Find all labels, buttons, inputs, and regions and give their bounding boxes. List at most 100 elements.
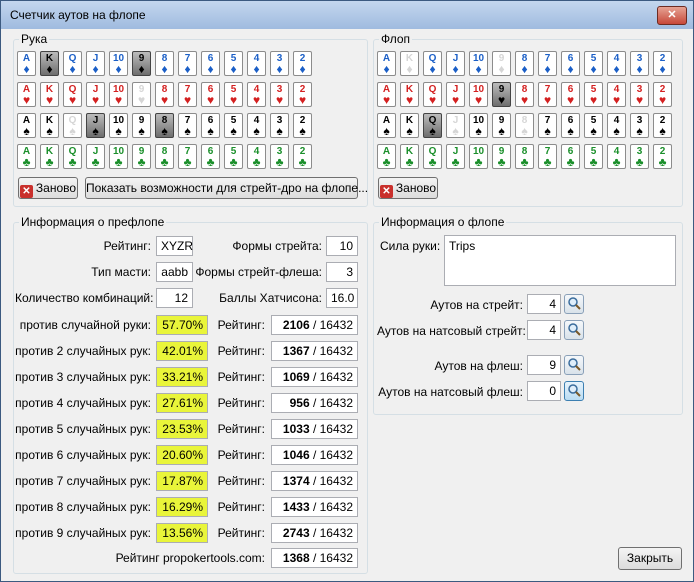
hand-strength-field[interactable]: Trips xyxy=(444,235,676,286)
card-4-diamonds[interactable]: 4 ♦ xyxy=(247,51,266,76)
card-4-hearts[interactable]: 4 ♥ xyxy=(607,82,626,107)
card-6-spades[interactable]: 6 ♠ xyxy=(561,113,580,138)
card-6-diamonds[interactable]: 6 ♦ xyxy=(201,51,220,76)
outs-nut-flush-details-button[interactable] xyxy=(564,381,584,401)
card-10-hearts[interactable]: 10 ♥ xyxy=(109,82,128,107)
close-button[interactable]: Закрыть xyxy=(618,547,682,570)
card-6-spades[interactable]: 6 ♠ xyxy=(201,113,220,138)
card-7-clubs[interactable]: 7 ♣ xyxy=(178,144,197,169)
card-3-clubs[interactable]: 3 ♣ xyxy=(270,144,289,169)
card-J-spades[interactable]: J ♠ xyxy=(86,113,105,138)
card-5-spades[interactable]: 5 ♠ xyxy=(224,113,243,138)
card-J-clubs[interactable]: J ♣ xyxy=(446,144,465,169)
outs-straight-details-button[interactable] xyxy=(564,294,584,314)
card-3-spades[interactable]: 3 ♠ xyxy=(630,113,649,138)
card-9-spades[interactable]: 9 ♠ xyxy=(132,113,151,138)
card-A-hearts[interactable]: A ♥ xyxy=(17,82,36,107)
card-5-spades[interactable]: 5 ♠ xyxy=(584,113,603,138)
card-7-hearts[interactable]: 7 ♥ xyxy=(178,82,197,107)
card-3-diamonds[interactable]: 3 ♦ xyxy=(630,51,649,76)
card-10-clubs[interactable]: 10 ♣ xyxy=(469,144,488,169)
card-7-diamonds[interactable]: 7 ♦ xyxy=(178,51,197,76)
card-5-clubs[interactable]: 5 ♣ xyxy=(584,144,603,169)
card-9-diamonds[interactable]: 9 ♦ xyxy=(132,51,151,76)
card-A-hearts[interactable]: A ♥ xyxy=(377,82,396,107)
card-A-diamonds[interactable]: A ♦ xyxy=(17,51,36,76)
card-8-spades[interactable]: 8 ♠ xyxy=(515,113,534,138)
card-A-clubs[interactable]: A ♣ xyxy=(377,144,396,169)
card-2-spades[interactable]: 2 ♠ xyxy=(653,113,672,138)
card-7-spades[interactable]: 7 ♠ xyxy=(178,113,197,138)
card-3-hearts[interactable]: 3 ♥ xyxy=(630,82,649,107)
card-8-hearts[interactable]: 8 ♥ xyxy=(155,82,174,107)
card-K-clubs[interactable]: K ♣ xyxy=(400,144,419,169)
card-K-clubs[interactable]: K ♣ xyxy=(40,144,59,169)
card-9-hearts[interactable]: 9 ♥ xyxy=(132,82,151,107)
title-bar[interactable]: Счетчик аутов на флопе ✕ xyxy=(1,1,693,29)
flop-reset-button[interactable]: ✕ Заново xyxy=(378,177,438,199)
card-8-clubs[interactable]: 8 ♣ xyxy=(515,144,534,169)
card-K-spades[interactable]: K ♠ xyxy=(400,113,419,138)
card-3-spades[interactable]: 3 ♠ xyxy=(270,113,289,138)
card-4-spades[interactable]: 4 ♠ xyxy=(607,113,626,138)
card-4-clubs[interactable]: 4 ♣ xyxy=(247,144,266,169)
card-2-clubs[interactable]: 2 ♣ xyxy=(653,144,672,169)
card-Q-clubs[interactable]: Q ♣ xyxy=(423,144,442,169)
card-2-diamonds[interactable]: 2 ♦ xyxy=(653,51,672,76)
card-K-diamonds[interactable]: K ♦ xyxy=(400,51,419,76)
card-Q-clubs[interactable]: Q ♣ xyxy=(63,144,82,169)
card-6-hearts[interactable]: 6 ♥ xyxy=(201,82,220,107)
card-9-spades[interactable]: 9 ♠ xyxy=(492,113,511,138)
card-4-hearts[interactable]: 4 ♥ xyxy=(247,82,266,107)
card-A-clubs[interactable]: A ♣ xyxy=(17,144,36,169)
card-9-diamonds[interactable]: 9 ♦ xyxy=(492,51,511,76)
card-2-hearts[interactable]: 2 ♥ xyxy=(293,82,312,107)
card-Q-hearts[interactable]: Q ♥ xyxy=(423,82,442,107)
card-Q-diamonds[interactable]: Q ♦ xyxy=(423,51,442,76)
hand-reset-button[interactable]: ✕ Заново xyxy=(18,177,78,199)
card-7-clubs[interactable]: 7 ♣ xyxy=(538,144,557,169)
card-7-diamonds[interactable]: 7 ♦ xyxy=(538,51,557,76)
window-close-button[interactable]: ✕ xyxy=(657,6,687,25)
card-Q-hearts[interactable]: Q ♥ xyxy=(63,82,82,107)
card-5-clubs[interactable]: 5 ♣ xyxy=(224,144,243,169)
card-9-clubs[interactable]: 9 ♣ xyxy=(132,144,151,169)
outs-nut-straight-details-button[interactable] xyxy=(564,320,584,340)
card-6-clubs[interactable]: 6 ♣ xyxy=(561,144,580,169)
card-J-hearts[interactable]: J ♥ xyxy=(446,82,465,107)
card-K-hearts[interactable]: K ♥ xyxy=(40,82,59,107)
card-Q-diamonds[interactable]: Q ♦ xyxy=(63,51,82,76)
card-K-diamonds[interactable]: K ♦ xyxy=(40,51,59,76)
card-7-spades[interactable]: 7 ♠ xyxy=(538,113,557,138)
card-Q-spades[interactable]: Q ♠ xyxy=(423,113,442,138)
card-Q-spades[interactable]: Q ♠ xyxy=(63,113,82,138)
card-3-clubs[interactable]: 3 ♣ xyxy=(630,144,649,169)
card-10-diamonds[interactable]: 10 ♦ xyxy=(469,51,488,76)
card-J-clubs[interactable]: J ♣ xyxy=(86,144,105,169)
card-A-spades[interactable]: A ♠ xyxy=(17,113,36,138)
straight-draw-button[interactable]: Показать возможности для стрейт-дро на ф… xyxy=(85,177,368,199)
card-6-hearts[interactable]: 6 ♥ xyxy=(561,82,580,107)
card-8-diamonds[interactable]: 8 ♦ xyxy=(155,51,174,76)
card-A-spades[interactable]: A ♠ xyxy=(377,113,396,138)
card-3-hearts[interactable]: 3 ♥ xyxy=(270,82,289,107)
card-8-hearts[interactable]: 8 ♥ xyxy=(515,82,534,107)
card-10-diamonds[interactable]: 10 ♦ xyxy=(109,51,128,76)
card-10-spades[interactable]: 10 ♠ xyxy=(109,113,128,138)
card-7-hearts[interactable]: 7 ♥ xyxy=(538,82,557,107)
card-8-spades[interactable]: 8 ♠ xyxy=(155,113,174,138)
outs-flush-details-button[interactable] xyxy=(564,355,584,375)
card-9-clubs[interactable]: 9 ♣ xyxy=(492,144,511,169)
card-5-hearts[interactable]: 5 ♥ xyxy=(584,82,603,107)
card-5-diamonds[interactable]: 5 ♦ xyxy=(584,51,603,76)
card-J-hearts[interactable]: J ♥ xyxy=(86,82,105,107)
card-J-spades[interactable]: J ♠ xyxy=(446,113,465,138)
card-2-diamonds[interactable]: 2 ♦ xyxy=(293,51,312,76)
card-4-diamonds[interactable]: 4 ♦ xyxy=(607,51,626,76)
card-A-diamonds[interactable]: A ♦ xyxy=(377,51,396,76)
card-8-clubs[interactable]: 8 ♣ xyxy=(155,144,174,169)
card-8-diamonds[interactable]: 8 ♦ xyxy=(515,51,534,76)
card-4-spades[interactable]: 4 ♠ xyxy=(247,113,266,138)
card-J-diamonds[interactable]: J ♦ xyxy=(446,51,465,76)
card-10-hearts[interactable]: 10 ♥ xyxy=(469,82,488,107)
